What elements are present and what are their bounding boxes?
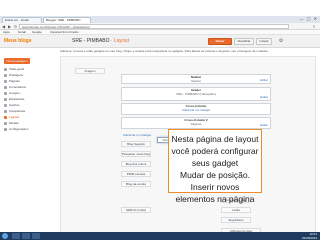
- sidebar-item-label: Google+: [9, 91, 21, 95]
- browser-menu-icon[interactable]: ≡: [311, 24, 317, 29]
- blogger-logo[interactable]: Meus blogs: [4, 38, 32, 45]
- gadget-left-4[interactable]: PRIM escolas: [121, 171, 151, 177]
- sidebar-item-label: Campanhas: [9, 109, 26, 113]
- cross-column-2-sub: Páginas: [190, 122, 202, 126]
- save-arrangement-button[interactable]: Salvar organização: [208, 38, 232, 48]
- blogger-header: Meus blogs SRE - PIMBABO · Layout Salvar…: [0, 35, 320, 48]
- cross-column-2-section[interactable]: Cross-Column 2 Páginas Editar: [121, 117, 271, 129]
- sidebar-item-label: Visão geral: [9, 67, 24, 71]
- reload-icon[interactable]: ↻: [13, 24, 18, 29]
- sidebar-item-comments[interactable]: Comentários: [0, 85, 56, 90]
- sidebar-item-posts[interactable]: Postagens: [0, 73, 56, 78]
- sidebar-item-earnings[interactable]: Ganhos: [0, 103, 56, 108]
- breadcrumb-blog[interactable]: SRE - PIMBABO: [72, 38, 110, 44]
- header-section[interactable]: Header SRE - PIMBABO (Cabeçalho) Editar: [121, 87, 271, 101]
- sidebar-item-template[interactable]: Modelo: [0, 121, 56, 126]
- address-bar-row: ◀ ▶ ↻ www.blogger.com/blogger.g?blogID=.…: [0, 23, 320, 30]
- sidebar-item-pages[interactable]: Páginas: [0, 79, 56, 84]
- stats-icon: [4, 98, 7, 101]
- settings-icon: [4, 128, 7, 131]
- back-icon[interactable]: ◀: [1, 24, 6, 29]
- annotation-line: elementos na página: [175, 194, 255, 204]
- url-input[interactable]: www.blogger.com/blogger.g?blogID=...#pag…: [19, 24, 289, 29]
- blogger-sidebar: Nova postagem Visão geral Postagens Pági…: [0, 49, 56, 240]
- annotation-line: Nesta página de layout: [171, 134, 259, 144]
- breadcrumb-separator: ·: [110, 38, 113, 44]
- sidebar-item-label: Layout: [9, 115, 19, 119]
- cross-column-2-edit-link[interactable]: Editar: [260, 124, 268, 127]
- gadget-right-3[interactable]: Seguidores: [221, 217, 251, 223]
- layout-icon: [4, 116, 7, 119]
- sidebar-item-label: Estatísticas: [9, 97, 25, 101]
- template-icon: [4, 122, 7, 125]
- annotation-line: você poderá configurar: [171, 146, 259, 156]
- new-post-button[interactable]: Nova postagem: [4, 58, 30, 64]
- gadget-image[interactable]: Imagem: [75, 68, 105, 74]
- header-sub: SRE - PIMBABO (Cabeçalho): [176, 92, 216, 96]
- breadcrumb-page: Layout: [113, 38, 129, 44]
- start-button-icon[interactable]: [2, 233, 8, 239]
- sidebar-item-stats[interactable]: Estatísticas: [0, 97, 56, 102]
- pages-icon: [4, 80, 7, 83]
- gadget-left-3[interactable]: Blog dos outros: [121, 161, 151, 167]
- sidebar-item-label: Modelo: [9, 121, 19, 125]
- annotation-line: Mudar de posição.: [180, 170, 250, 180]
- preview-button[interactable]: Visualizar: [234, 38, 254, 45]
- sidebar-item-campaigns[interactable]: Campanhas: [0, 109, 56, 114]
- sidebar-item-layout[interactable]: Layout: [0, 115, 56, 120]
- comments-icon: [4, 86, 7, 89]
- clear-button[interactable]: Limpar: [256, 38, 272, 45]
- gadget-right-2[interactable]: Listas: [221, 207, 251, 213]
- annotation-callout: Nesta página de layout você poderá confi…: [168, 129, 262, 204]
- taskbar-explorer-icon[interactable]: [12, 233, 20, 239]
- navbar-sub: Navbar: [191, 79, 201, 83]
- gadget-left-5[interactable]: Blog da escola: [121, 181, 151, 187]
- sidebar-item-google-plus[interactable]: Google+: [0, 91, 56, 96]
- gadget-left-1[interactable]: Blog Seguido: [121, 141, 151, 147]
- cross-column-add-gadget[interactable]: Adicionar um Gadget: [122, 109, 270, 112]
- navbar-section[interactable]: Navbar Navbar Editar: [121, 74, 271, 84]
- taskbar-clock[interactable]: 10:41 01/09/2014: [302, 232, 317, 240]
- campaigns-icon: [4, 110, 7, 113]
- header-edit-link[interactable]: Editar: [260, 96, 268, 99]
- breadcrumb: SRE - PIMBABO · Layout: [72, 38, 129, 45]
- posts-icon: [4, 74, 7, 77]
- taskbar-app-icon[interactable]: [32, 233, 40, 239]
- sidebar-item-label: Páginas: [9, 79, 20, 83]
- screenshot: Entrar em - Gmail Blogger: SRE - PIMBABO…: [0, 0, 320, 240]
- gadget-left-2[interactable]: Pesquisar neste blog: [121, 151, 151, 157]
- forward-icon[interactable]: ▶: [7, 24, 12, 29]
- annotation-line: Inserir novos: [190, 182, 240, 192]
- taskbar-chrome-icon[interactable]: [22, 233, 30, 239]
- sidebar-item-label: Comentários: [9, 85, 27, 89]
- sidebar-item-label: Configurações: [9, 127, 29, 131]
- layout-info-text: Adicione, remova e edite gadgets em seu …: [60, 49, 269, 53]
- annotation-line: seus gadget: [191, 158, 239, 168]
- browser-tab-strip: Entrar em - Gmail Blogger: SRE - PIMBABO…: [0, 16, 320, 23]
- google-plus-icon: [4, 92, 7, 95]
- cross-column-section[interactable]: Cross-Column Adicionar um Gadget: [121, 103, 271, 115]
- add-gadget-link-left[interactable]: Adicionar um Gadget: [123, 133, 151, 137]
- sidebar-item-settings[interactable]: Configurações: [0, 127, 56, 132]
- navbar-edit-link[interactable]: Editar: [260, 79, 268, 82]
- windows-taskbar: 10:41 01/09/2014: [0, 232, 320, 240]
- sidebar-item-label: Ganhos: [9, 103, 20, 107]
- earnings-icon: [4, 104, 7, 107]
- sidebar-item-label: Postagens: [9, 73, 24, 77]
- sidebar-item-overview[interactable]: Visão geral: [0, 67, 56, 72]
- clock-date: 01/09/2014: [301, 236, 317, 240]
- gadget-left-6[interactable]: SEDUC (Lista): [121, 207, 151, 213]
- gear-icon[interactable]: ⚙: [277, 38, 285, 45]
- window-controls[interactable]: — ▢ ✕: [300, 16, 318, 22]
- overview-icon: [4, 68, 7, 71]
